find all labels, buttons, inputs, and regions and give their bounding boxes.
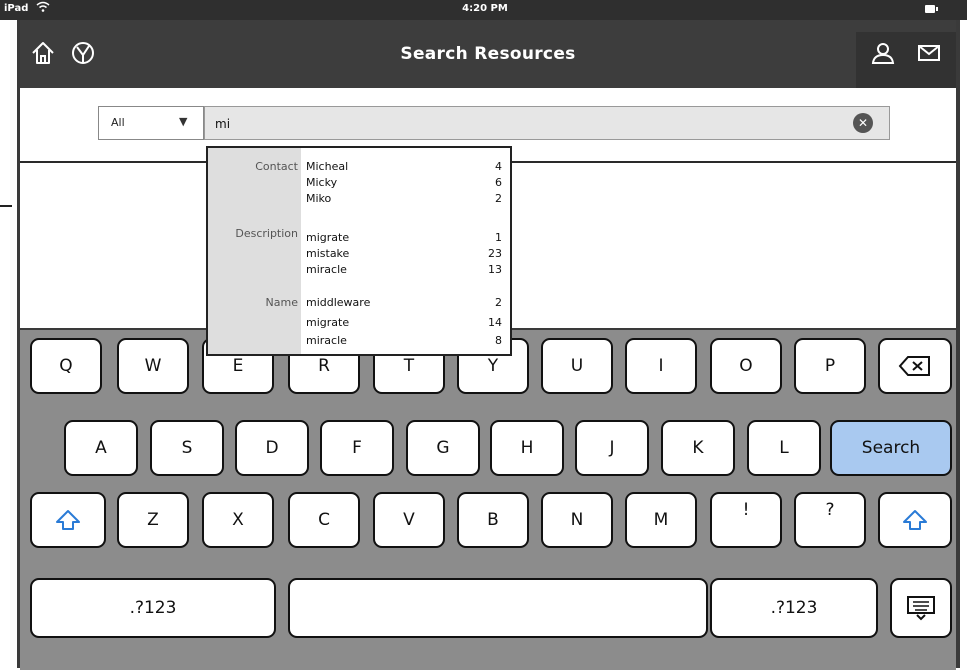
search-key[interactable]: Search (830, 420, 952, 476)
key-q[interactable]: Q (30, 338, 102, 394)
key-a[interactable]: A (64, 420, 138, 476)
scope-select[interactable]: All ▼ (98, 106, 204, 140)
group-label: Contact (255, 160, 298, 173)
search-input[interactable]: mi ✕ (204, 106, 890, 140)
space-key[interactable] (288, 578, 708, 638)
numbers-key-left[interactable]: .?123 (30, 578, 276, 638)
key-x[interactable]: X (202, 492, 274, 548)
item-term: middleware (306, 296, 371, 309)
chevron-down-icon: ▼ (179, 115, 188, 128)
user-icon[interactable] (868, 38, 898, 68)
item-term: mistake (306, 247, 350, 260)
key-p[interactable]: P (794, 338, 866, 394)
key-i[interactable]: I (625, 338, 697, 394)
item-term: miracle (306, 334, 347, 347)
item-count: 13 (488, 263, 502, 276)
status-time: 4:20 PM (462, 3, 508, 14)
item-count: 23 (488, 247, 502, 260)
key-f[interactable]: F (320, 420, 394, 476)
key-exclamation[interactable]: ! (710, 492, 782, 548)
search-query: mi (215, 117, 231, 131)
key-j[interactable]: J (575, 420, 649, 476)
key-d[interactable]: D (235, 420, 309, 476)
dropdown-label-column (208, 148, 301, 354)
list-item[interactable]: Miko 2 (306, 192, 506, 208)
key-v[interactable]: V (373, 492, 445, 548)
on-screen-keyboard: Q W E R T Y U I O P A S D F G H J K L Se… (20, 328, 956, 670)
list-item[interactable]: middleware 2 (306, 296, 506, 312)
item-count: 8 (495, 334, 502, 347)
scope-value: All (111, 116, 125, 129)
item-count: 14 (488, 316, 502, 329)
key-l[interactable]: L (747, 420, 821, 476)
mail-icon[interactable] (914, 38, 944, 68)
list-item[interactable]: miracle 8 (306, 334, 506, 350)
shift-icon (880, 509, 950, 531)
key-question[interactable]: ? (794, 492, 866, 548)
list-item[interactable]: migrate 1 (306, 231, 506, 247)
item-term: migrate (306, 231, 350, 244)
item-term: Micky (306, 176, 338, 189)
shift-key-right[interactable] (878, 492, 952, 548)
list-item[interactable]: mistake 23 (306, 247, 506, 263)
hide-keyboard-icon (892, 595, 950, 621)
wifi-icon (36, 1, 50, 16)
key-g[interactable]: G (406, 420, 480, 476)
key-n[interactable]: N (541, 492, 613, 548)
shift-key-left[interactable] (30, 492, 106, 548)
key-z[interactable]: Z (117, 492, 189, 548)
key-u[interactable]: U (541, 338, 613, 394)
side-marker (0, 205, 12, 207)
item-count: 6 (495, 176, 502, 189)
key-c[interactable]: C (288, 492, 360, 548)
list-item[interactable]: Micky 6 (306, 176, 506, 192)
key-o[interactable]: O (710, 338, 782, 394)
ipad-screen: iPad 4:20 PM Search Resources All ▼ mi ✕… (0, 0, 967, 670)
key-s[interactable]: S (150, 420, 224, 476)
item-term: migrate (306, 316, 350, 329)
item-term: Micheal (306, 160, 349, 173)
key-k[interactable]: K (661, 420, 735, 476)
key-m[interactable]: M (625, 492, 697, 548)
device-frame-right (956, 0, 960, 668)
group-label: Description (235, 227, 298, 240)
key-h[interactable]: H (490, 420, 564, 476)
list-item[interactable]: migrate 14 (306, 316, 506, 332)
item-term: Miko (306, 192, 332, 205)
list-item[interactable]: Micheal 4 (306, 160, 506, 176)
clear-icon[interactable]: ✕ (853, 113, 873, 133)
numbers-key-right[interactable]: .?123 (710, 578, 878, 638)
autocomplete-dropdown: Contact Micheal 4 Micky 6 Miko 2 Descrip… (206, 146, 512, 356)
backspace-icon (880, 355, 950, 377)
status-bar: iPad 4:20 PM (0, 0, 967, 20)
shift-icon (32, 509, 104, 531)
backspace-key[interactable] (878, 338, 952, 394)
page-title: Search Resources (400, 44, 576, 64)
nav-bar: Search Resources (20, 20, 956, 88)
battery-icon (925, 5, 938, 13)
list-item[interactable]: miracle 13 (306, 263, 506, 279)
item-term: miracle (306, 263, 347, 276)
group-label: Name (265, 296, 298, 309)
carrier-label: iPad (4, 3, 29, 14)
key-b[interactable]: B (457, 492, 529, 548)
hide-keyboard-key[interactable] (890, 578, 952, 638)
key-w[interactable]: W (117, 338, 189, 394)
item-count: 2 (495, 296, 502, 309)
item-count: 1 (495, 231, 502, 244)
item-count: 2 (495, 192, 502, 205)
item-count: 4 (495, 160, 502, 173)
